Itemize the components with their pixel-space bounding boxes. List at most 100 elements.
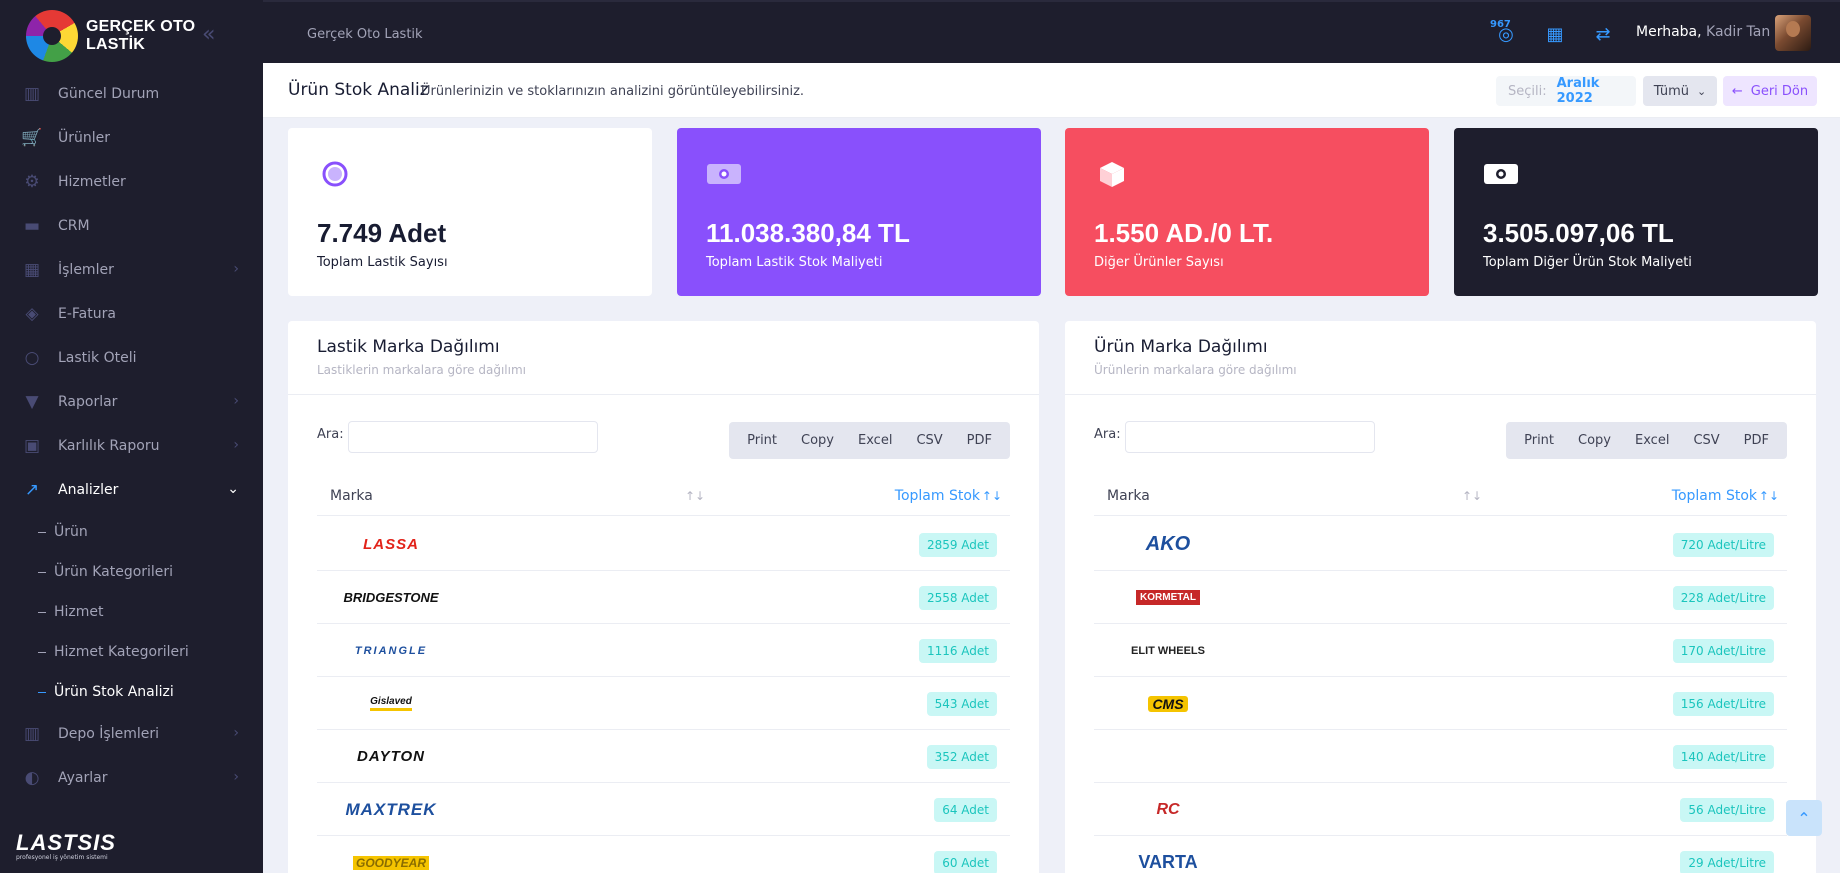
- excel-button[interactable]: Excel: [846, 433, 904, 448]
- table-row: GOODYEAR 60 Adet: [317, 836, 1010, 873]
- subheader: Ürün Stok Analiz Ürünlerinizin ve stokla…: [263, 63, 1840, 118]
- column-header-stock[interactable]: Toplam Stok: [1672, 488, 1757, 504]
- submenu-item-hizmet-kategorileri[interactable]: Hizmet Kategorileri: [0, 632, 263, 672]
- brand-logo-text: KORMETAL: [1136, 590, 1200, 605]
- panel-subtitle: Lastiklerin markalara göre dağılımı: [317, 363, 526, 377]
- table-row: Gislaved 543 Adet: [317, 677, 1010, 730]
- line-chart-icon: ↗: [24, 480, 40, 500]
- sidebar-item-karlilik-raporu[interactable]: ▣ Karlılık Raporu ›: [0, 424, 263, 468]
- submenu-item-urun-kategorileri[interactable]: Ürün Kategorileri: [0, 552, 263, 592]
- user-greeting[interactable]: Merhaba, Kadir Tan: [1636, 24, 1770, 40]
- column-header-brand[interactable]: Marka: [330, 488, 373, 504]
- chart-icon: ▥: [23, 84, 41, 104]
- submenu-item-label: Ürün: [54, 524, 88, 540]
- search-input[interactable]: [348, 421, 598, 453]
- apps-grid-icon[interactable]: ▦: [1541, 20, 1569, 48]
- brand-logo-rc: RC: [1108, 783, 1228, 836]
- notification-bell-icon[interactable]: ◎: [1492, 20, 1520, 48]
- top-header: Gerçek Oto Lastik 967 ◎ ▦ ⇄ Merhaba, Kad…: [263, 0, 1840, 63]
- table-row: BRIDGESTONE 2558 Adet: [317, 571, 1010, 624]
- stat-value: 11.038.380,84 TL: [706, 218, 910, 248]
- briefcase-icon: ▬: [23, 216, 41, 236]
- table-row: ELIT WHEELS 170 Adet/Litre: [1094, 624, 1787, 677]
- panel-title: Ürün Marka Dağılımı: [1094, 337, 1268, 357]
- search-input[interactable]: [1125, 421, 1375, 453]
- submenu-item-urun-stok-analizi[interactable]: Ürün Stok Analizi: [0, 672, 263, 712]
- scroll-top-button[interactable]: ⌃: [1786, 800, 1822, 836]
- back-button-label: Geri Dön: [1750, 83, 1809, 99]
- brand-logo-varta: VARTA: [1108, 836, 1228, 873]
- csv-button[interactable]: CSV: [1681, 433, 1731, 448]
- money-icon: ▣: [23, 436, 41, 456]
- brand-name: GERÇEK OTO LASTİK: [86, 18, 196, 53]
- selected-period[interactable]: Seçili: Aralık 2022: [1496, 76, 1636, 106]
- sidebar-menu: ▥ Güncel Durum 🛒 Ürünler ⚙ Hizmetler ▬ C…: [0, 72, 263, 800]
- submenu-item-label: Ürün Kategorileri: [54, 564, 174, 580]
- sidebar-item-label: Raporlar: [58, 394, 118, 410]
- brand-logo-text: CMS: [1148, 695, 1188, 712]
- submenu-item-hizmet[interactable]: Hizmet: [0, 592, 263, 632]
- print-button[interactable]: Print: [735, 433, 789, 448]
- table-row: TRIANGLE 1116 Adet: [317, 624, 1010, 677]
- stock-badge: 140 Adet/Litre: [1672, 745, 1774, 769]
- sidebar-item-lastik-oteli[interactable]: ○ Lastik Oteli: [0, 336, 263, 380]
- column-header-stock[interactable]: Toplam Stok: [895, 488, 980, 504]
- sidebar-item-label: Lastik Oteli: [58, 350, 137, 366]
- brand-logo-text: GOODYEAR: [352, 855, 429, 870]
- sort-desc-icon[interactable]: ↑↓: [982, 489, 1002, 503]
- sidebar-item-hizmetler[interactable]: ⚙ Hizmetler: [0, 160, 263, 204]
- submenu-item-urun[interactable]: Ürün: [0, 512, 263, 552]
- back-button[interactable]: ← Geri Dön: [1723, 76, 1817, 106]
- sidebar-item-depo-islemleri[interactable]: ▥ Depo İşlemleri ›: [0, 712, 263, 756]
- sidebar-item-analizler[interactable]: ↗ Analizler ⌄: [0, 468, 263, 512]
- submenu-item-label: Hizmet: [54, 604, 104, 620]
- export-buttons: Print Copy Excel CSV PDF: [729, 422, 1010, 459]
- pdf-button[interactable]: PDF: [955, 433, 1004, 448]
- sidebar-item-label: Depo İşlemleri: [58, 726, 160, 742]
- sidebar-item-urunler[interactable]: 🛒 Ürünler: [0, 116, 263, 160]
- table-row: AKO 720 Adet/Litre: [1094, 518, 1787, 571]
- stock-badge: 2859 Adet: [918, 533, 997, 557]
- pdf-button[interactable]: PDF: [1732, 433, 1781, 448]
- stat-label: Toplam Diğer Ürün Stok Maliyeti: [1483, 255, 1692, 270]
- stat-value: 7.749 Adet: [317, 218, 447, 248]
- sidebar-item-raporlar[interactable]: ▼ Raporlar ›: [0, 380, 263, 424]
- table-row: KORMETAL 228 Adet/Litre: [1094, 571, 1787, 624]
- sidebar-item-ayarlar[interactable]: ◐ Ayarlar ›: [0, 756, 263, 800]
- gear-icon: ⚙: [24, 172, 40, 192]
- sidebar-item-e-fatura[interactable]: ◈ E-Fatura: [0, 292, 263, 336]
- stat-card-other-count: 1.550 AD./0 LT. Diğer Ürünler Sayısı: [1065, 128, 1429, 296]
- copy-button[interactable]: Copy: [1566, 433, 1623, 448]
- print-button[interactable]: Print: [1512, 433, 1566, 448]
- csv-button[interactable]: CSV: [904, 433, 954, 448]
- brand-logo-bridgestone: BRIDGESTONE: [331, 571, 451, 624]
- column-header-brand[interactable]: Marka: [1107, 488, 1150, 504]
- sort-desc-icon[interactable]: ↑↓: [1759, 489, 1779, 503]
- brand-logo-text: Gislaved: [370, 696, 412, 711]
- user-name: Kadir Tan: [1706, 24, 1771, 40]
- avatar[interactable]: [1775, 15, 1811, 51]
- stock-badge: 2558 Adet: [918, 586, 997, 610]
- search-label: Ara:: [317, 427, 344, 442]
- double-chevron-left-icon[interactable]: «: [202, 22, 215, 47]
- footer-tagline: profesyonel iş yönetim sistemi: [16, 854, 108, 861]
- sidebar-item-crm[interactable]: ▬ CRM: [0, 204, 263, 248]
- filter-dropdown[interactable]: Tümü ⌄: [1643, 76, 1717, 106]
- swap-arrows-icon[interactable]: ⇄: [1589, 20, 1617, 48]
- panel-title: Lastik Marka Dağılımı: [317, 337, 500, 357]
- page-description: Ürünlerinizin ve stoklarınızın analizini…: [421, 84, 805, 99]
- chevron-right-icon: ›: [233, 725, 239, 741]
- chevron-down-icon: ⌄: [1697, 84, 1707, 98]
- table-row: CMS 156 Adet/Litre: [1094, 677, 1787, 730]
- sidebar-item-guncel-durum[interactable]: ▥ Güncel Durum: [0, 72, 263, 116]
- breadcrumb[interactable]: Gerçek Oto Lastik: [307, 27, 423, 42]
- sort-icon[interactable]: ↑↓: [685, 489, 705, 503]
- stat-label: Toplam Lastik Stok Maliyeti: [706, 255, 883, 270]
- copy-button[interactable]: Copy: [789, 433, 846, 448]
- sidebar-item-islemler[interactable]: ▦ İşlemler ›: [0, 248, 263, 292]
- sort-icon[interactable]: ↑↓: [1462, 489, 1482, 503]
- brand-logo-text: AKO: [1145, 533, 1191, 555]
- filter-dropdown-label: Tümü: [1653, 83, 1690, 99]
- brand-logo-dayton: DAYTON: [331, 730, 451, 783]
- excel-button[interactable]: Excel: [1623, 433, 1681, 448]
